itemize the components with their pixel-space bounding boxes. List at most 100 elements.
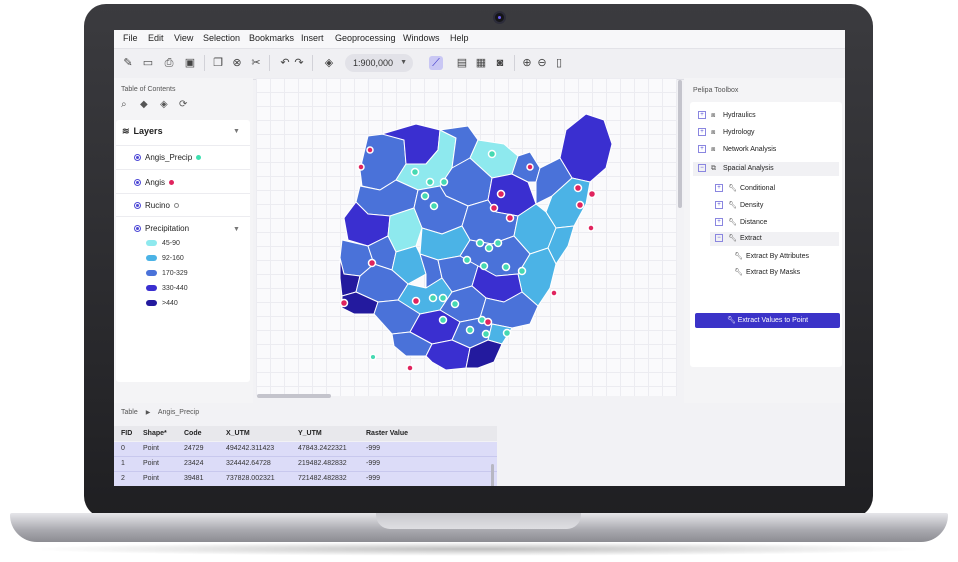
toolbar-divider (312, 55, 313, 71)
table-row[interactable]: 0 Point 24729 494242.311423 47843.242232… (114, 442, 497, 457)
save-icon[interactable]: ▣ (183, 56, 197, 70)
chevron-down-icon[interactable]: ▼ (233, 226, 240, 233)
tree-item-extract-by-masks[interactable]: 🔧︎ Extract By Masks (734, 266, 800, 280)
tree-item-label: Spacial Analysis (723, 165, 774, 172)
expand-icon[interactable]: + (698, 145, 706, 154)
table-scrollbar[interactable] (491, 464, 494, 486)
map-point (502, 328, 512, 338)
tree-item-conditional[interactable]: + 🔧︎ Conditional (715, 182, 775, 196)
tree-item-label: Extract By Masks (746, 269, 801, 276)
edit-icon[interactable]: ✎ (121, 56, 135, 70)
menu-file[interactable]: File (123, 33, 138, 43)
table-row[interactable]: 2 Point 39481 737828.002321 721482.48283… (114, 472, 497, 486)
attribute-table-panel: Table ▶ Angis_Precip FID Shape* Code X_U… (114, 403, 845, 486)
map-point (475, 238, 485, 248)
wrench-icon: 🔧︎ (734, 269, 743, 276)
tree-item-extract[interactable]: − 🔧︎ Extract (710, 232, 839, 246)
cut-icon[interactable]: ✂ (249, 56, 263, 70)
layer-item[interactable]: Angis_Precip (134, 153, 202, 162)
tree-item-spacial-analysis[interactable]: − ⧉ Spacial Analysis (693, 162, 839, 176)
radio-icon[interactable] (134, 179, 141, 187)
tree-item-network-analysis[interactable]: + ⧈ Network Analysis (698, 143, 776, 157)
folder-open-icon[interactable]: ▭ (141, 56, 155, 70)
menu-insert[interactable]: Insert (301, 33, 324, 43)
layer-item[interactable]: Rucino (134, 201, 179, 210)
redo-icon[interactable]: ↷ (292, 56, 306, 70)
expand-icon[interactable]: + (698, 128, 706, 137)
tree-item-label: Density (740, 202, 764, 209)
layout-icon[interactable]: ▤ (455, 56, 469, 70)
map-point (483, 317, 493, 327)
page-icon[interactable]: ▯ (552, 56, 566, 70)
delete-icon[interactable]: ⊗ (230, 56, 244, 70)
table-cell: Point (143, 475, 159, 482)
layers-header[interactable]: ≋ Layers (122, 126, 163, 137)
menu-bookmarks[interactable]: Bookmarks (249, 33, 294, 43)
tree-item-hydraulics[interactable]: + ⧈ Hydraulics (698, 109, 756, 123)
expand-icon[interactable]: + (698, 111, 706, 120)
camera-icon[interactable]: ◙ (493, 56, 507, 70)
select-features-icon[interactable]: ⟋ (429, 56, 443, 70)
column-header[interactable]: Shape* (143, 426, 167, 441)
layer-item[interactable]: Angis (134, 178, 175, 187)
menu-view[interactable]: View (174, 33, 193, 43)
column-header[interactable]: Raster Value (366, 426, 408, 441)
search-icon[interactable]: ⌕ (121, 99, 127, 110)
copy-icon[interactable]: ❐ (211, 56, 225, 70)
print-icon[interactable]: ⎙ (162, 56, 176, 70)
zoom-in-icon[interactable]: ⊕ (520, 56, 534, 70)
map-point (526, 163, 534, 171)
tree-item-label: Extract (740, 235, 762, 242)
table-cell: 47843.2422321 (298, 445, 347, 452)
extract-values-to-point-button[interactable]: 🔧︎ Extract Values to Point (695, 313, 840, 328)
map-canvas[interactable]: ⊞ ◉ ↻ ❙❙ (256, 78, 677, 432)
expand-icon[interactable]: + (715, 218, 723, 227)
toc-title: Table of Contents (121, 86, 176, 93)
tree-item-hydrology[interactable]: + ⧈ Hydrology (698, 126, 755, 140)
breadcrumb-layer[interactable]: Angis_Precip (158, 409, 199, 416)
collapse-icon[interactable]: − (715, 234, 723, 243)
map-point (550, 289, 558, 297)
chevron-down-icon[interactable]: ▼ (233, 128, 240, 135)
legend-swatch (146, 270, 157, 277)
column-header[interactable]: Code (184, 426, 202, 441)
navigate-icon[interactable]: ◈ (322, 56, 336, 70)
menu-windows[interactable]: Windows (403, 33, 440, 43)
menu-edit[interactable]: Edit (148, 33, 164, 43)
menu-selection[interactable]: Selection (203, 33, 240, 43)
tree-item-density[interactable]: + 🔧︎ Density (715, 199, 763, 213)
horizontal-scrollbar[interactable] (257, 394, 331, 398)
collapse-icon[interactable]: − (698, 164, 706, 173)
expand-icon[interactable]: + (715, 184, 723, 193)
zoom-out-icon[interactable]: ⊖ (535, 56, 549, 70)
column-header[interactable]: X_UTM (226, 426, 250, 441)
menu-geoprocessing[interactable]: Geoprocessing (335, 33, 396, 43)
column-header[interactable]: FID (121, 426, 132, 441)
divider (116, 145, 250, 146)
scale-dropdown[interactable]: 1:900,000 ▼ (345, 54, 413, 72)
table-icon[interactable]: ▦ (474, 56, 488, 70)
legend-swatch (146, 255, 157, 262)
map-point (369, 353, 377, 361)
column-header[interactable]: Y_UTM (298, 426, 322, 441)
laptop-notch (376, 513, 581, 529)
table-cell: 494242.311423 (226, 445, 275, 452)
radio-icon[interactable] (134, 225, 141, 233)
menu-help[interactable]: Help (450, 33, 469, 43)
layer-stack-icon[interactable]: ◈ (160, 99, 168, 110)
radio-icon[interactable] (134, 154, 141, 162)
layer-item[interactable]: Precipitation (134, 224, 189, 233)
vertical-scrollbar[interactable] (678, 80, 682, 208)
table-row[interactable]: 1 Point 23424 324442.64728 219482.482832… (114, 457, 497, 472)
undo-icon[interactable]: ↶ (278, 56, 292, 70)
refresh-layers-icon[interactable]: ⟳ (179, 99, 187, 110)
map-point (406, 364, 414, 372)
radio-icon[interactable] (134, 202, 141, 210)
tree-item-extract-by-attributes[interactable]: 🔧︎ Extract By Attributes (734, 250, 809, 264)
table-cell: 324442.64728 (226, 460, 271, 467)
map-point (420, 191, 430, 201)
expand-icon[interactable]: + (715, 201, 723, 210)
tree-item-distance[interactable]: + 🔧︎ Distance (715, 216, 767, 230)
layers-icon[interactable]: ◆ (140, 99, 148, 110)
breadcrumb-root[interactable]: Table (121, 409, 138, 416)
